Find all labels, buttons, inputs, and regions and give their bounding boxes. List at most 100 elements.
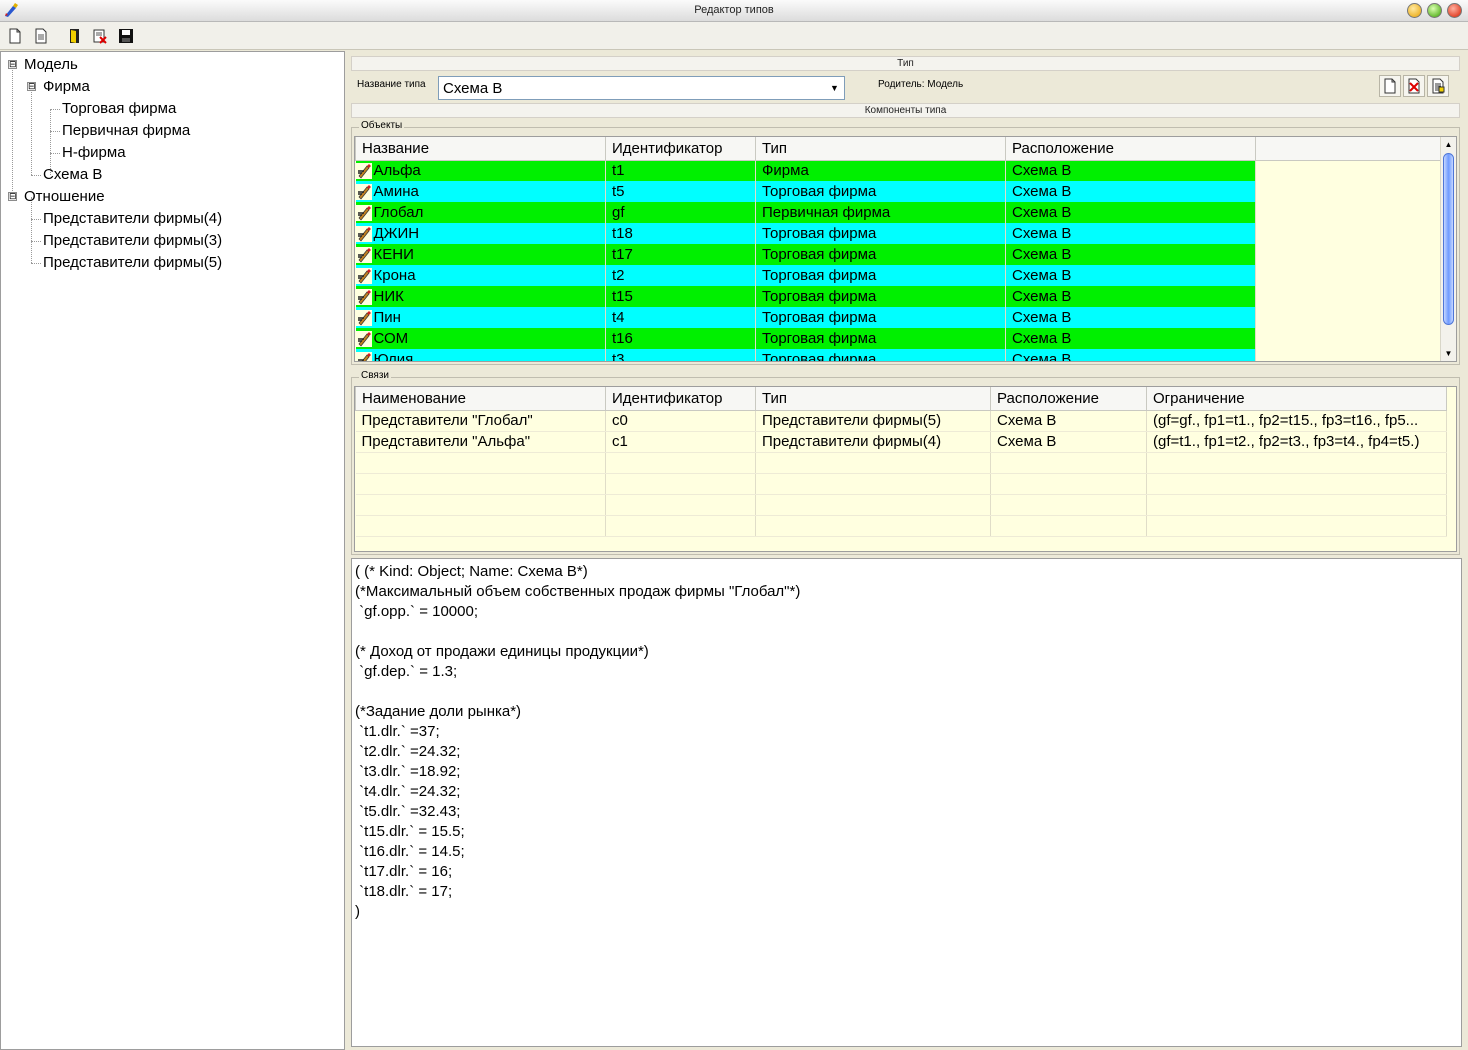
table-row[interactable] (355, 452, 1447, 474)
cell-empty (1255, 223, 1442, 244)
cell-empty (1255, 307, 1442, 328)
collapse-icon[interactable]: ⊟ (8, 60, 17, 69)
cell-name: ДЖИН (355, 223, 606, 244)
code-editor[interactable]: ( (* Kind: Object; Name: Схема B*) (*Мак… (351, 558, 1462, 1047)
table-row[interactable]: СОМ t16 Торговая фирма Схема B (355, 328, 1442, 349)
cell-location: Схема B (990, 410, 1147, 432)
objects-grid[interactable]: Название Идентификатор Тип Расположение … (354, 136, 1457, 362)
tree-node-label: Отношение (24, 188, 105, 205)
column-header-type[interactable]: Тип (755, 387, 991, 411)
table-row[interactable]: КЕНИ t17 Торговая фирма Схема B (355, 244, 1442, 265)
scroll-thumb[interactable] (1443, 153, 1454, 325)
collapse-icon[interactable]: ⊟ (8, 192, 17, 201)
cell-name (355, 494, 606, 516)
edit-type-icon[interactable] (1427, 75, 1449, 97)
cell-location-text: Схема B (1012, 183, 1072, 200)
cell-name: Представители "Глобал" (355, 410, 606, 432)
cell-location: Схема B (1005, 244, 1256, 265)
cell-identifier-text: t17 (612, 246, 633, 263)
cell-type: Торговая фирма (755, 349, 1006, 361)
table-row[interactable] (355, 473, 1447, 495)
cell-identifier: t3 (605, 349, 756, 362)
column-header-name[interactable]: Наименование (355, 387, 606, 411)
cell-name-text: Амина (373, 182, 419, 200)
cell-type: Торговая фирма (755, 307, 1006, 328)
cell-type: Торговая фирма (755, 328, 1006, 349)
delete-type-icon[interactable] (1403, 75, 1425, 97)
save-disk-icon[interactable] (116, 26, 136, 46)
tree-node-trading-firm[interactable]: Торговая фирма (1, 98, 341, 120)
scroll-down-icon[interactable]: ▼ (1441, 347, 1456, 360)
cell-empty (1255, 286, 1442, 307)
tree-node-primary-firm[interactable]: Первичная фирма (1, 120, 341, 142)
table-row[interactable] (355, 494, 1447, 516)
column-header-type[interactable]: Тип (755, 137, 1006, 161)
cell-type: Торговая фирма (755, 286, 1006, 307)
tree-node-relation[interactable]: ⊟ Отношение (1, 186, 341, 208)
table-row[interactable]: Амина t5 Торговая фирма Схема B (355, 181, 1442, 202)
tree-node-n-firm[interactable]: Н-фирма (1, 142, 341, 164)
cell-constraint: (gf=t1., fp1=t2., fp2=t3., fp3=t4., fp4=… (1146, 431, 1447, 453)
cell-name (355, 452, 606, 474)
close-icon[interactable] (1447, 3, 1462, 18)
cell-name: Представители "Альфа" (355, 431, 606, 453)
cell-identifier: t2 (605, 265, 756, 286)
tree-node-label: Представители фирмы(3) (43, 232, 223, 249)
cell-name-text: Альфа (373, 162, 421, 180)
objects-scrollbar[interactable]: ▲ ▼ (1440, 137, 1456, 361)
column-header-constraint[interactable]: Ограничение (1146, 387, 1447, 411)
type-name-select[interactable]: Схема B ▼ (438, 76, 845, 100)
cell-type: Торговая фирма (755, 244, 1006, 265)
open-doc-icon[interactable] (31, 26, 51, 46)
cell-empty (1255, 349, 1442, 361)
cell-location: Схема B (1005, 265, 1256, 286)
table-row[interactable]: Крона t2 Торговая фирма Схема B (355, 265, 1442, 286)
cell-location-text: Схема B (1012, 330, 1072, 347)
table-row[interactable]: Глобал gf Первичная фирма Схема B (355, 202, 1442, 223)
minimize-icon[interactable] (1407, 3, 1422, 18)
cell-type: Первичная фирма (755, 202, 1006, 223)
scroll-up-icon[interactable]: ▲ (1441, 138, 1456, 151)
column-header-identifier[interactable]: Идентификатор (605, 137, 756, 161)
cell-name-text: Крона (373, 266, 416, 284)
chevron-down-icon[interactable]: ▼ (826, 78, 843, 98)
cell-type: Фирма (755, 160, 1006, 181)
collapse-icon[interactable]: ⊟ (27, 82, 36, 91)
table-row[interactable]: Пин t4 Торговая фирма Схема B (355, 307, 1442, 328)
cell-name: НИК (355, 286, 606, 307)
tree-node-reps-5[interactable]: Представители фирмы(5) (1, 252, 341, 274)
cell-type (755, 515, 991, 537)
exit-door-icon[interactable] (64, 26, 84, 46)
column-header-location[interactable]: Расположение (990, 387, 1147, 411)
tree-node-firm[interactable]: ⊟ Фирма (1, 76, 341, 98)
new-doc-icon[interactable] (5, 26, 25, 46)
column-header-identifier[interactable]: Идентификатор (605, 387, 756, 411)
table-row[interactable]: НИК t15 Торговая фирма Схема B (355, 286, 1442, 307)
cell-identifier: t1 (605, 160, 756, 181)
table-row[interactable]: Представители "Альфа" c1 Представители фир… (355, 431, 1447, 453)
type-tree[interactable]: ⊟ Модель ⊟ Фирма Торговая фирма Первична… (0, 51, 345, 1050)
cell-empty (1255, 328, 1442, 349)
cell-constraint (1146, 452, 1447, 474)
tree-node-model[interactable]: ⊟ Модель (1, 54, 341, 76)
table-row[interactable]: ДЖИН t18 Торговая фирма Схема B (355, 223, 1442, 244)
table-row[interactable] (355, 515, 1447, 537)
column-header-name[interactable]: Название (355, 137, 606, 161)
cell-name-text: Юлия (373, 350, 414, 362)
tree-node-reps-4[interactable]: Представители фирмы(4) (1, 208, 341, 230)
new-type-icon[interactable] (1379, 75, 1401, 97)
table-row[interactable]: Представители "Глобал" c0 Представители фи… (355, 410, 1447, 432)
tree-node-scheme-b[interactable]: Схема B (1, 164, 341, 186)
tree-node-reps-3[interactable]: Представители фирмы(3) (1, 230, 341, 252)
export-icon[interactable] (90, 26, 110, 46)
column-header-empty (1255, 137, 1442, 161)
maximize-icon[interactable] (1427, 3, 1442, 18)
cell-identifier-text: t3 (612, 351, 625, 362)
cell-identifier: gf (605, 202, 756, 223)
links-grid[interactable]: Наименование Идентификатор Тип Расположе… (354, 386, 1457, 552)
table-row[interactable]: Юлия t3 Торговая фирма Схема B (355, 349, 1442, 362)
table-row[interactable]: Альфа t1 Фирма Схема B (355, 160, 1442, 181)
column-header-location[interactable]: Расположение (1005, 137, 1256, 161)
cell-type-text: Торговая фирма (762, 309, 877, 326)
cell-empty (1255, 160, 1442, 181)
